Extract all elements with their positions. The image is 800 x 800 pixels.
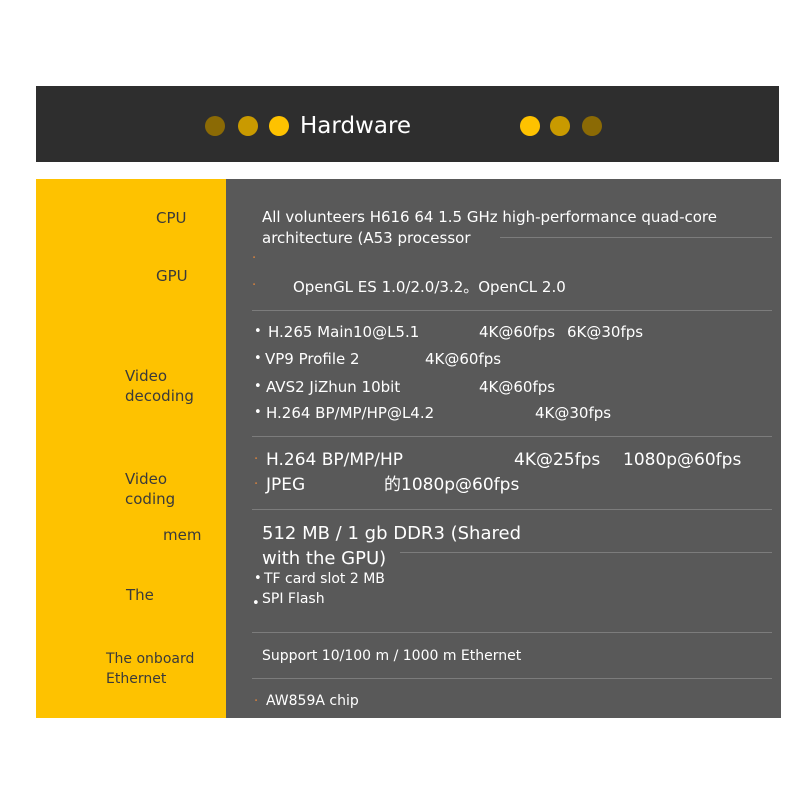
cpu-line-1: All volunteers H616 64 1.5 GHz high-perf… xyxy=(262,208,717,226)
coding-codec: JPEG xyxy=(266,475,306,495)
coding-codec: H.264 BP/MP/HP xyxy=(266,450,404,470)
gpu-line: OpenGL ES 1.0/2.0/3.2。OpenCL 2.0 xyxy=(293,278,566,296)
coding-bullet: · xyxy=(254,477,259,492)
decoding-spec: 4K@60fps xyxy=(479,323,556,341)
coding-spec: 1080p@60fps xyxy=(623,450,742,470)
decoding-spec: 4K@30fps xyxy=(535,404,612,422)
cpu-line-2: architecture (A53 processor xyxy=(262,229,471,247)
storage-bullet: • xyxy=(252,596,260,611)
video-decoding-label-2: decoding xyxy=(125,387,194,405)
ethernet-separator xyxy=(252,678,772,679)
video-coding-label-1: Video xyxy=(125,470,168,488)
decoding-separator xyxy=(252,436,772,437)
decoding-codec: AVS2 JiZhun 10bit xyxy=(266,378,401,396)
storage-separator xyxy=(252,632,772,633)
label-column xyxy=(36,179,226,718)
cpu-label: CPU xyxy=(156,209,187,227)
decor-dot-right-2 xyxy=(550,116,570,136)
mem-line-2: with the GPU) xyxy=(262,548,387,569)
decor-dot-left-2 xyxy=(238,116,258,136)
mem-separator xyxy=(400,552,772,553)
coding-spec: 的1080p@60fps xyxy=(384,475,520,495)
storage-item: TF card slot 2 MB xyxy=(264,571,385,587)
decoding-codec: H.265 Main10@L5.1 xyxy=(268,323,420,341)
decor-dot-left-3 xyxy=(269,116,289,136)
decoding-codec: H.264 BP/MP/HP@L4.2 xyxy=(266,404,435,422)
storage-label: The xyxy=(126,586,154,604)
gpu-separator xyxy=(252,310,772,311)
decor-dot-right-1 xyxy=(520,116,540,136)
ethernet-chip-bullet: · xyxy=(254,694,259,709)
gpu-bullet-top: · xyxy=(252,251,257,266)
video-coding-label-2: coding xyxy=(125,490,176,508)
ethernet-label-2: Ethernet xyxy=(106,671,167,687)
video-decoding-label-1: Video xyxy=(125,367,168,385)
decor-dot-right-3 xyxy=(582,116,602,136)
decor-dot-left-1 xyxy=(205,116,225,136)
decoding-bullet: • xyxy=(254,379,262,394)
gpu-label: GPU xyxy=(156,267,188,285)
ethernet-label-1: The onboard xyxy=(106,651,195,667)
coding-bullet: · xyxy=(254,452,259,467)
cpu-separator xyxy=(500,237,772,238)
coding-separator xyxy=(252,509,772,510)
header-title: Hardware xyxy=(300,113,412,139)
gpu-bullet: · xyxy=(252,278,257,293)
decoding-spec: 4K@60fps xyxy=(479,378,556,396)
decoding-bullet: • xyxy=(254,405,262,420)
decoding-bullet: • xyxy=(254,351,262,366)
coding-spec: 4K@25fps xyxy=(514,450,601,470)
storage-item: SPI Flash xyxy=(262,591,325,607)
decoding-spec: 6K@30fps xyxy=(567,323,644,341)
mem-line-1: 512 MB / 1 gb DDR3 (Shared xyxy=(262,523,522,544)
decoding-codec: VP9 Profile 2 xyxy=(265,350,360,368)
ethernet-line: Support 10/100 m / 1000 m Ethernet xyxy=(262,648,522,664)
decoding-spec: 4K@60fps xyxy=(425,350,502,368)
storage-bullet: • xyxy=(254,571,262,586)
mem-label: mem xyxy=(163,526,202,544)
decoding-bullet: • xyxy=(254,324,262,339)
ethernet-chip: AW859A chip xyxy=(266,693,359,709)
